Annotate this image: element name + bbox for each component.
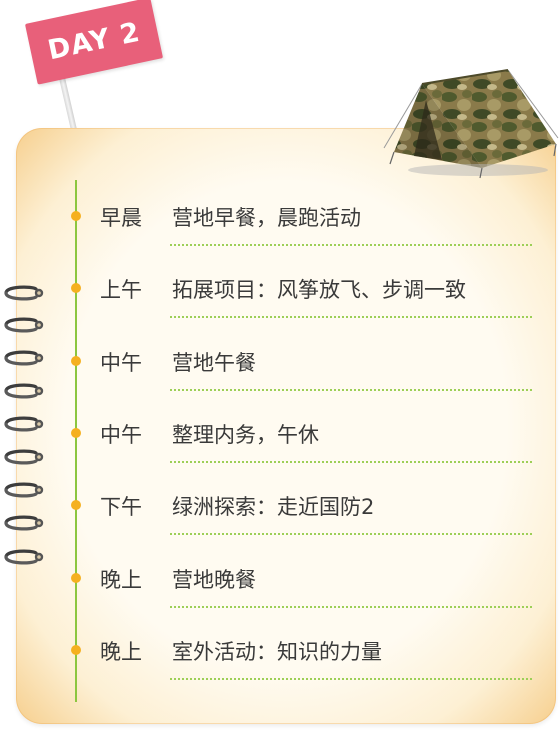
schedule-time: 中午 bbox=[100, 422, 142, 447]
schedule-activity: 营地午餐 bbox=[172, 350, 256, 375]
schedule-time: 下午 bbox=[100, 495, 142, 520]
schedule-activity: 整理内务，午休 bbox=[172, 422, 319, 447]
schedule-row: 中午 营地午餐 bbox=[0, 341, 560, 391]
timeline-dot bbox=[71, 644, 81, 655]
schedule-row: 晚上 营地晚餐 bbox=[0, 558, 560, 608]
timeline-dot bbox=[71, 283, 81, 294]
schedule-row: 早晨 营地早餐，晨跑活动 bbox=[0, 196, 560, 246]
schedule-activity: 拓展项目：风筝放飞、步调一致 bbox=[172, 278, 466, 303]
dotted-divider bbox=[170, 316, 532, 319]
schedule-row: 晚上 室外活动：知识的力量 bbox=[0, 630, 560, 680]
timeline-dot bbox=[71, 211, 81, 221]
schedule-time: 早晨 bbox=[100, 206, 142, 230]
schedule-row: 上午 拓展项目：风筝放飞、步调一致 bbox=[0, 268, 560, 319]
timeline-dot bbox=[71, 427, 81, 438]
dotted-divider bbox=[170, 605, 532, 608]
dotted-divider bbox=[170, 244, 532, 246]
schedule-time: 晚上 bbox=[100, 639, 142, 664]
schedule-list: 早晨 营地早餐，晨跑活动 上午 拓展项目：风筝放飞、步调一致 中午 营地午餐 中午 整理内务，… bbox=[0, 0, 560, 737]
schedule-activity: 营地早餐，晨跑活动 bbox=[172, 206, 361, 230]
schedule-activity: 营地晚餐 bbox=[172, 567, 256, 592]
dotted-divider bbox=[170, 677, 532, 680]
dotted-divider bbox=[170, 533, 532, 536]
dotted-divider bbox=[170, 460, 532, 463]
schedule-time: 上午 bbox=[100, 278, 142, 303]
timeline-dot bbox=[71, 572, 81, 583]
schedule-activity: 绿洲探索：走近国防2 bbox=[172, 495, 375, 520]
schedule-time: 中午 bbox=[100, 350, 142, 375]
dotted-divider bbox=[170, 388, 532, 391]
schedule-activity: 室外活动：知识的力量 bbox=[172, 639, 382, 664]
schedule-row: 下午 绿洲探索：走近国防2 bbox=[0, 485, 560, 536]
timeline-dot bbox=[71, 355, 81, 366]
schedule-row: 中午 整理内务，午休 bbox=[0, 413, 560, 463]
schedule-time: 晚上 bbox=[100, 567, 142, 592]
timeline-dot bbox=[71, 500, 81, 511]
